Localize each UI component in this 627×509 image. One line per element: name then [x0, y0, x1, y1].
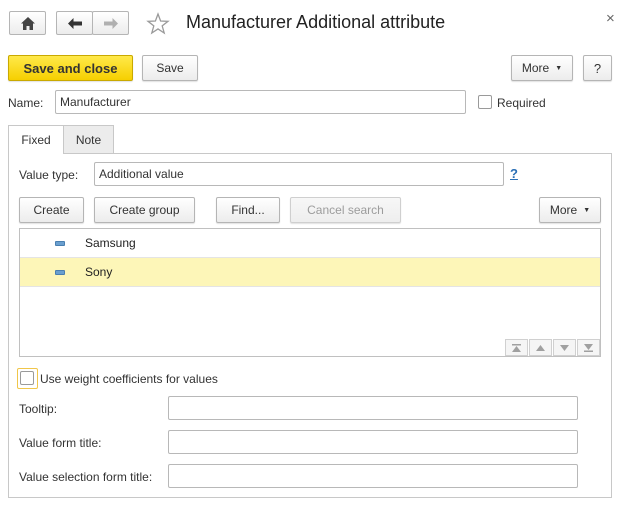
back-button[interactable] — [56, 11, 93, 35]
list-more-button[interactable]: More ▼ — [539, 197, 601, 223]
use-weight-label: Use weight coefficients for values — [40, 372, 218, 386]
tab-fixed-label: Fixed — [21, 133, 51, 147]
use-weight-checkbox[interactable] — [20, 371, 34, 385]
save-and-close-button[interactable]: Save and close — [8, 55, 133, 81]
move-to-last-button[interactable] — [577, 339, 600, 356]
use-weight-checkbox-frame[interactable] — [17, 368, 38, 389]
value-form-title-label: Value form title: — [19, 436, 102, 450]
name-input[interactable]: Manufacturer — [55, 90, 466, 114]
move-to-first-button[interactable] — [505, 339, 528, 356]
arrow-left-icon — [67, 17, 82, 29]
list-item[interactable]: Samsung — [20, 229, 600, 258]
close-icon[interactable]: × — [606, 10, 615, 27]
home-button[interactable] — [9, 11, 46, 35]
chevron-down-icon: ▼ — [555, 64, 563, 72]
list-item[interactable]: Sony — [20, 258, 600, 287]
required-checkbox[interactable] — [478, 95, 492, 109]
value-item-icon — [55, 241, 65, 246]
list-item-label: Sony — [85, 265, 113, 279]
home-icon — [20, 16, 35, 30]
forward-button[interactable] — [92, 11, 129, 35]
value-type-label: Value type: — [19, 168, 79, 182]
list-item-label: Samsung — [85, 236, 136, 250]
create-group-button[interactable]: Create group — [94, 197, 195, 223]
name-label: Name: — [8, 96, 44, 110]
help-button[interactable]: ? — [583, 55, 612, 81]
create-button[interactable]: Create — [19, 197, 84, 223]
tab-note[interactable]: Note — [63, 125, 114, 153]
value-selection-form-title-input[interactable] — [168, 464, 578, 488]
tooltip-label: Tooltip: — [19, 402, 58, 416]
required-label: Required — [497, 96, 546, 110]
values-list: Samsung Sony — [19, 228, 601, 357]
chevron-down-icon: ▼ — [583, 206, 591, 214]
list-more-label: More — [549, 203, 578, 217]
star-icon — [146, 12, 170, 35]
triangle-down-icon — [560, 344, 569, 351]
more-button[interactable]: More ▼ — [511, 55, 573, 81]
triangle-up-icon — [536, 344, 545, 351]
more-button-label: More — [521, 61, 550, 75]
window-title: Manufacturer Additional attribute — [186, 12, 446, 32]
first-icon — [512, 343, 521, 352]
value-type-help-link[interactable]: ? — [510, 166, 518, 181]
value-form-title-input[interactable] — [168, 430, 578, 454]
value-item-icon — [55, 270, 65, 275]
move-up-button[interactable] — [529, 339, 552, 356]
arrow-right-icon — [103, 17, 118, 29]
find-button[interactable]: Find... — [216, 197, 280, 223]
tooltip-input[interactable] — [168, 396, 578, 420]
tab-note-label: Note — [75, 132, 102, 147]
value-type-input[interactable]: Additional value — [94, 162, 504, 186]
favorite-star-button[interactable] — [146, 12, 170, 36]
value-selection-form-title-label: Value selection form title: — [19, 470, 153, 484]
last-icon — [584, 343, 593, 352]
save-button[interactable]: Save — [142, 55, 198, 81]
cancel-search-button[interactable]: Cancel search — [290, 197, 401, 223]
move-down-button[interactable] — [553, 339, 576, 356]
tab-fixed[interactable]: Fixed — [8, 125, 64, 154]
